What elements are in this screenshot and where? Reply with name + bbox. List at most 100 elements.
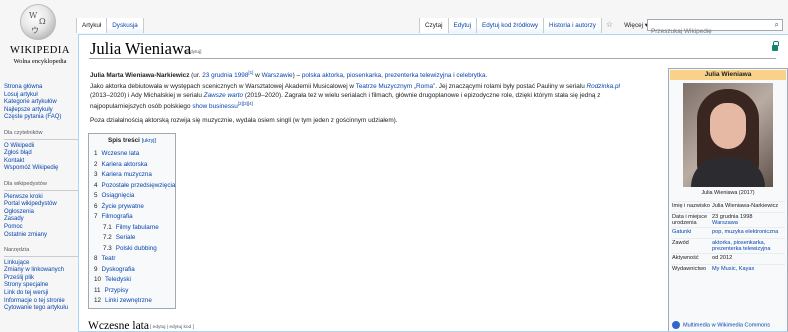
- toc-item-label[interactable]: Osiągnięcia: [102, 192, 135, 199]
- toc-item[interactable]: 11 Przypisy: [94, 287, 128, 294]
- portrait-photo[interactable]: [683, 83, 773, 187]
- toc-item[interactable]: 4 Pozostałe przedsięwzięcia: [94, 182, 175, 189]
- infobox-value-text: Julia Wieniawa-Narkiewicz: [712, 203, 779, 209]
- sidebar-editors-link[interactable]: Pierwsze kroki: [4, 194, 78, 202]
- sidebar-main-link[interactable]: Losuj artykuł: [4, 92, 78, 100]
- toc-item-label[interactable]: Dyskografia: [102, 266, 135, 273]
- link-actress[interactable]: polska aktorka: [302, 72, 343, 79]
- sidebar-tools-link[interactable]: Strony specjalne: [4, 282, 78, 290]
- sidebar-editors-link[interactable]: Zasady: [4, 216, 78, 224]
- text-fragment: .: [485, 72, 488, 80]
- toc-item-label[interactable]: Kariera aktorska: [102, 161, 148, 168]
- sidebar-main-link[interactable]: Najlepsze artykuły: [4, 107, 78, 115]
- toc-item-number: 5: [94, 192, 98, 199]
- sidebar-readers-link[interactable]: Zgłoś błąd: [4, 150, 78, 158]
- tab-edit[interactable]: Edytuj: [448, 18, 478, 33]
- sidebar-editors-link[interactable]: Ogłoszenia: [4, 209, 78, 217]
- toc-item-label[interactable]: Teatr: [102, 255, 116, 262]
- infobox-row: Wydawnictwo My Music, Kayax: [671, 264, 785, 275]
- link-show-business[interactable]: show businessu: [192, 103, 237, 110]
- tab-edit-source[interactable]: Edytuj kod źródłowy: [477, 18, 545, 33]
- tab-article[interactable]: Artykuł: [76, 18, 108, 33]
- infobox-value: aktorka, piosenkarka, prezenterka telewi…: [712, 239, 785, 253]
- sidebar-editors-link[interactable]: Portal wikipedystów: [4, 201, 78, 209]
- sidebar-header-readers: Dla czytelników: [4, 130, 78, 140]
- sidebar-tools-link[interactable]: Zmiany w linkowanych: [4, 267, 78, 275]
- infobox-value-text[interactable]: aktorka, piosenkarka, prezenterka telewi…: [712, 240, 770, 252]
- link-teatr-roma[interactable]: Teatrze Muzycznym „Roma”: [356, 83, 436, 90]
- toc-item[interactable]: 10 Teledyski: [94, 276, 131, 283]
- toc-item[interactable]: 7.2 Seriale: [103, 234, 135, 241]
- toc-item[interactable]: 1 Wczesne lata: [94, 150, 139, 157]
- section-edit-links[interactable]: [ edytuj | edytuj kod ]: [150, 325, 194, 330]
- infobox-label: Zawód: [672, 240, 689, 246]
- toc-item-label[interactable]: Przypisy: [105, 287, 129, 294]
- link-singer[interactable]: piosenkarka: [347, 72, 381, 79]
- logo-tagline: Wolna encyklopedia: [13, 58, 67, 65]
- tab-discussion[interactable]: Dyskusja: [107, 18, 144, 33]
- link-celebrity[interactable]: celebrytka: [456, 72, 485, 79]
- footnote-refs[interactable]: [2][3][4]: [238, 101, 253, 106]
- search-icon[interactable]: ⌕: [775, 20, 779, 30]
- tab-history[interactable]: Historia i autorzy: [544, 18, 602, 33]
- toc-item-label[interactable]: Kariera muzyczna: [102, 171, 152, 178]
- commons-link[interactable]: Multimedia w Wikimedia Commons: [683, 322, 770, 328]
- text-fragment: (2013–2020) i Ady Michalskiej w serialu: [90, 91, 204, 99]
- toc-item-label[interactable]: Linki zewnętrzne: [105, 297, 152, 304]
- link-zawsze-warto[interactable]: Zawsze warto: [204, 92, 243, 99]
- infobox-label: Imię i nazwisko: [672, 203, 710, 209]
- toc-item-label[interactable]: Teledyski: [105, 276, 131, 283]
- link-birth-date[interactable]: 23 grudnia 1998: [202, 72, 248, 79]
- link-rodzinka[interactable]: Rodzinka.pl: [587, 83, 620, 90]
- sidebar-editors-link[interactable]: Pomoc: [4, 224, 78, 232]
- text-fragment: . Jej znaczącymi rolami były postać Paul…: [435, 83, 587, 90]
- infobox-label[interactable]: Gatunki: [671, 228, 710, 235]
- infobox-value-text[interactable]: pop, muzyka elektroniczna: [712, 229, 778, 235]
- sidebar-tools-link[interactable]: Cytowanie tego artykułu: [4, 305, 78, 313]
- infobox-label: Aktywność: [672, 255, 699, 261]
- sidebar-tools-link[interactable]: Link do tej wersji: [4, 290, 78, 298]
- namespace-tabs: Artykuł Dyskusja: [76, 18, 144, 33]
- toc-item[interactable]: 7.1 Filmy fabularne: [103, 224, 159, 231]
- toc-item-label[interactable]: Filmografia: [102, 213, 133, 220]
- infobox-value-link[interactable]: Warszawa: [712, 220, 738, 226]
- toc-item[interactable]: 6 Życie prywatne: [94, 203, 144, 210]
- toc-item-label[interactable]: Wczesne lata: [102, 150, 140, 157]
- wikipedia-logo[interactable]: WΩウ WIKIPEDIA Wolna encyklopedia: [0, 0, 80, 70]
- sidebar-tools-link[interactable]: Linkujące: [4, 260, 78, 268]
- toc-item-number: 1: [94, 150, 98, 157]
- sidebar-main-link[interactable]: Kategorie artykułów: [4, 99, 78, 107]
- toc-item-label[interactable]: Seriale: [116, 234, 136, 241]
- toc-item[interactable]: 9 Dyskografia: [94, 266, 135, 273]
- toc-item-label[interactable]: Pozostałe przedsięwzięcia: [102, 182, 176, 189]
- sidebar-tools-link[interactable]: Informacje o tej stronie: [4, 298, 78, 306]
- sidebar-main-link[interactable]: Częste pytania (FAQ): [4, 114, 78, 122]
- toc-item-label[interactable]: Filmy fabularne: [116, 224, 159, 231]
- toc-item[interactable]: 3 Kariera muzyczna: [94, 171, 152, 178]
- sidebar: Strona główna Losuj artykuł Kategorie arty…: [4, 84, 78, 313]
- toc-item[interactable]: 2 Kariera aktorska: [94, 161, 147, 168]
- toc-item[interactable]: 8 Teatr: [94, 255, 116, 262]
- sidebar-readers-link[interactable]: O Wikipedii: [4, 143, 78, 151]
- toc-item[interactable]: 5 Osiągnięcia: [94, 192, 134, 199]
- toc-item[interactable]: 12 Linki zewnętrzne: [94, 297, 152, 304]
- title-edit-link[interactable]: [edytuj]: [186, 50, 201, 55]
- commons-link-row[interactable]: Multimedia w Wikimedia Commons: [672, 321, 770, 329]
- sidebar-main-link[interactable]: Strona główna: [4, 84, 78, 92]
- sidebar-header-tools: Narzędzia: [4, 247, 78, 257]
- toc-hide-link[interactable]: [ukryj]: [142, 138, 156, 144]
- sidebar-readers-link[interactable]: Kontakt: [4, 158, 78, 166]
- sidebar-readers-link[interactable]: Wspomóż Wikipedię: [4, 165, 78, 173]
- watch-star-icon[interactable]: ☆: [602, 18, 618, 33]
- link-warsaw[interactable]: Warszawie: [262, 72, 293, 79]
- content-area: Julia Wieniawa [edytuj] Julia Marta Wien…: [78, 34, 788, 332]
- toc-item-label[interactable]: Życie prywatne: [102, 203, 144, 210]
- toc-item[interactable]: 7.3 Polski dubbing: [103, 245, 157, 252]
- tab-read[interactable]: Czytaj: [419, 18, 449, 33]
- sidebar-tools-link[interactable]: Prześlij plik: [4, 275, 78, 283]
- toc-item-label[interactable]: Polski dubbing: [116, 245, 157, 252]
- sidebar-editors-link[interactable]: Ostatnie zmiany: [4, 232, 78, 240]
- infobox-value-text[interactable]: My Music, Kayax: [712, 266, 754, 272]
- link-tv-presenter[interactable]: prezenterka telewizyjna: [385, 72, 452, 79]
- toc-item[interactable]: 7 Filmografia: [94, 213, 133, 220]
